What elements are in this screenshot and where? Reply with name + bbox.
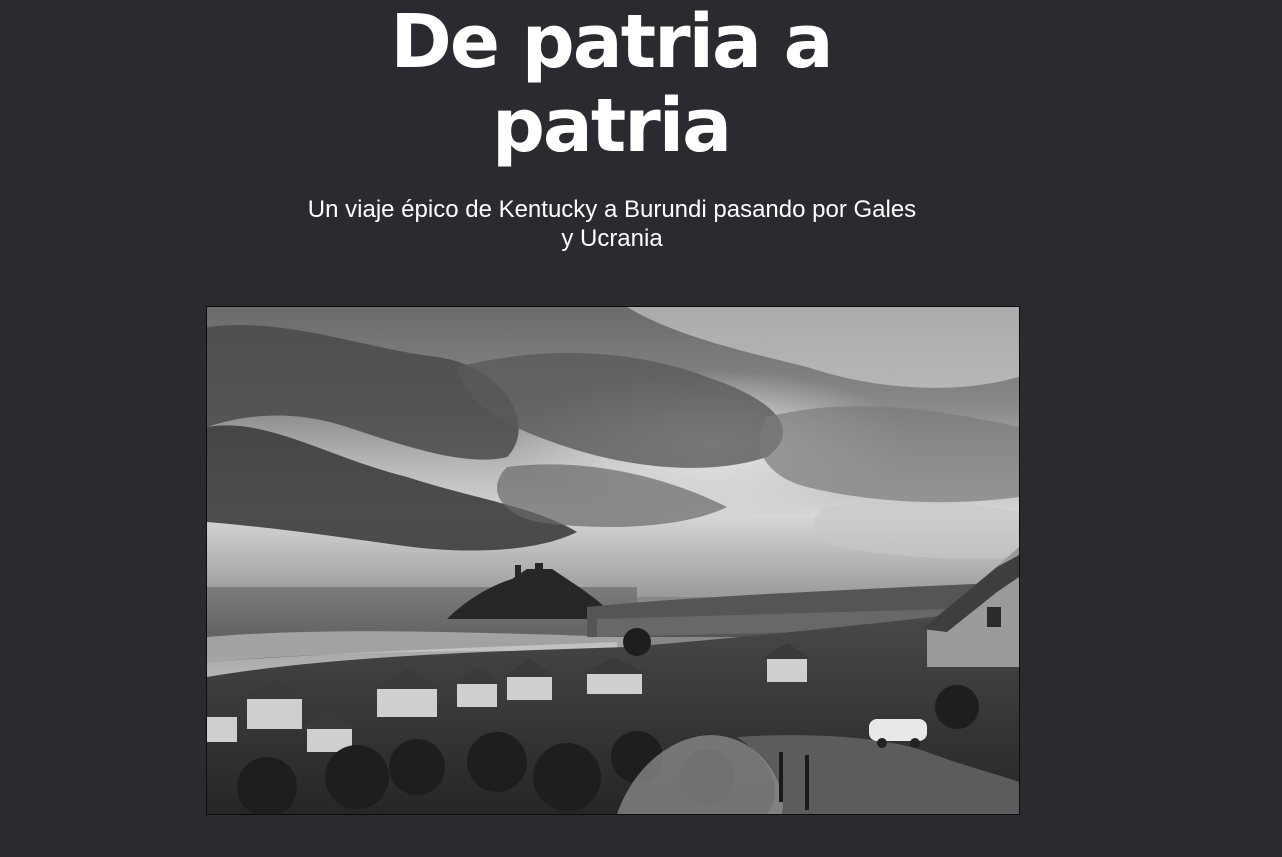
landscape-photo-icon: [207, 307, 1019, 814]
page-title: De patria a patria: [390, 0, 833, 169]
hero-photo: [206, 306, 1020, 815]
page-subtitle: Un viaje épico de Kentucky a Burundi pas…: [307, 196, 917, 252]
